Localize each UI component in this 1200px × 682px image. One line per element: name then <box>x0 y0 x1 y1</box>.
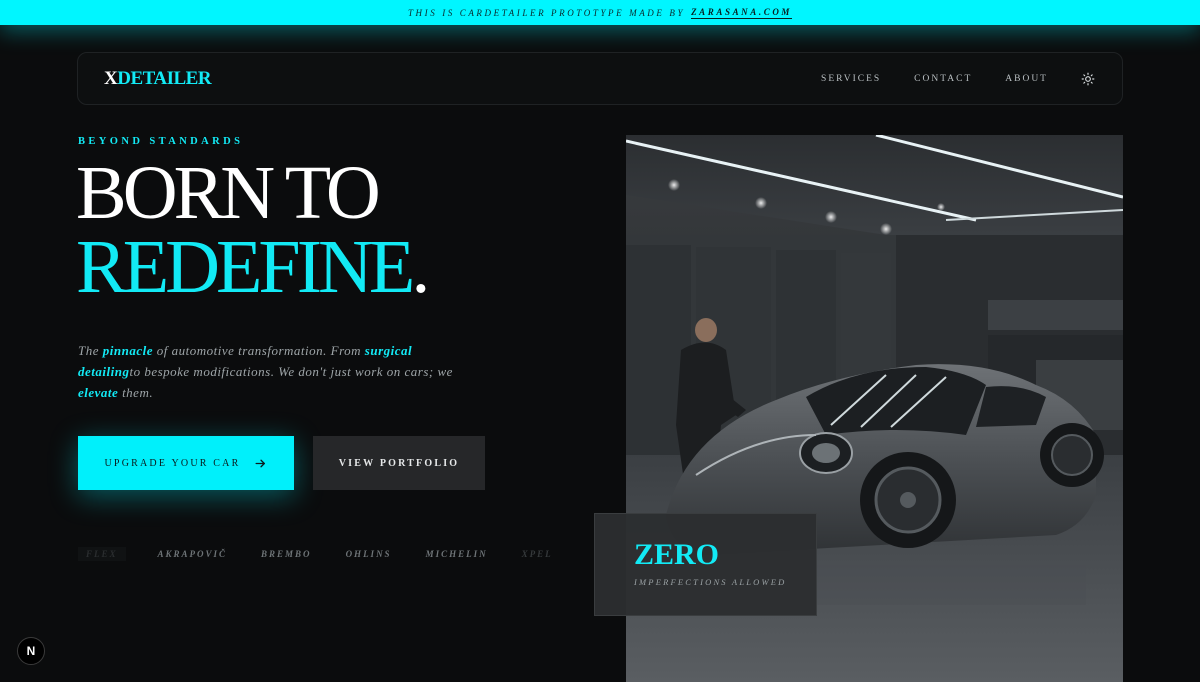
hero-description: The pinnacle of automotive transformatio… <box>78 340 458 403</box>
brand-logo: XPEL <box>521 549 553 559</box>
sun-icon[interactable] <box>1080 71 1096 87</box>
stat-label: IMPERFECTIONS ALLOWED <box>634 577 787 587</box>
view-portfolio-button[interactable]: VIEW PORTFOLIO <box>313 436 485 490</box>
nav-links: SERVICES CONTACT ABOUT <box>788 71 1096 87</box>
brand-logo: MICHELIN <box>425 549 488 559</box>
nav-link-about[interactable]: ABOUT <box>1005 74 1048 84</box>
hero-eyebrow: BEYOND STANDARDS <box>78 136 244 147</box>
brand-logo: FLEX <box>78 547 126 561</box>
nextjs-badge-icon[interactable]: N <box>17 637 45 665</box>
announcement-bar: THIS IS CARDETAILER PROTOTYPE MADE BY ZA… <box>0 0 1200 25</box>
brand-logo: BREMBO <box>261 549 312 559</box>
logo[interactable]: XDETAILER <box>104 67 212 90</box>
arrow-right-icon <box>254 457 267 470</box>
announcement-link[interactable]: ZARASANA.COM <box>691 7 793 19</box>
desc-text: them. <box>118 385 154 400</box>
navbar: XDETAILER SERVICES CONTACT ABOUT <box>77 52 1123 105</box>
brand-logo: OHLINS <box>345 549 392 559</box>
announcement-text: THIS IS CARDETAILER PROTOTYPE MADE BY <box>407 7 686 18</box>
desc-highlight: pinnacle <box>102 343 153 358</box>
upgrade-car-button[interactable]: UPGRADE YOUR CAR <box>78 436 294 490</box>
upgrade-car-label: UPGRADE YOUR CAR <box>104 457 241 469</box>
desc-text: of automotive transformation. From <box>152 343 365 358</box>
nav-link-services[interactable]: SERVICES <box>821 74 881 84</box>
logo-x: X <box>104 67 118 89</box>
logo-text: DETAILER <box>117 67 212 89</box>
brand-logo: AKRAPOVIČ <box>157 549 228 559</box>
desc-highlight: elevate <box>78 385 119 400</box>
headline-dot: . <box>411 225 430 309</box>
brand-marquee: FLEX AKRAPOVIČ BREMBO OHLINS MICHELIN XP… <box>78 546 551 562</box>
desc-text: The <box>78 343 103 358</box>
headline-line-2: REDEFINE <box>76 225 415 309</box>
view-portfolio-label: VIEW PORTFOLIO <box>338 457 460 469</box>
stat-value: ZERO <box>634 538 720 571</box>
headline-line-1: BORN TO <box>76 151 381 235</box>
nav-link-contact[interactable]: CONTACT <box>914 74 972 84</box>
desc-text: to bespoke modifications. We don't just … <box>129 364 453 379</box>
stat-card: ZERO IMPERFECTIONS ALLOWED <box>594 513 817 616</box>
hero-headline: BORN TO REDEFINE. <box>76 151 430 305</box>
